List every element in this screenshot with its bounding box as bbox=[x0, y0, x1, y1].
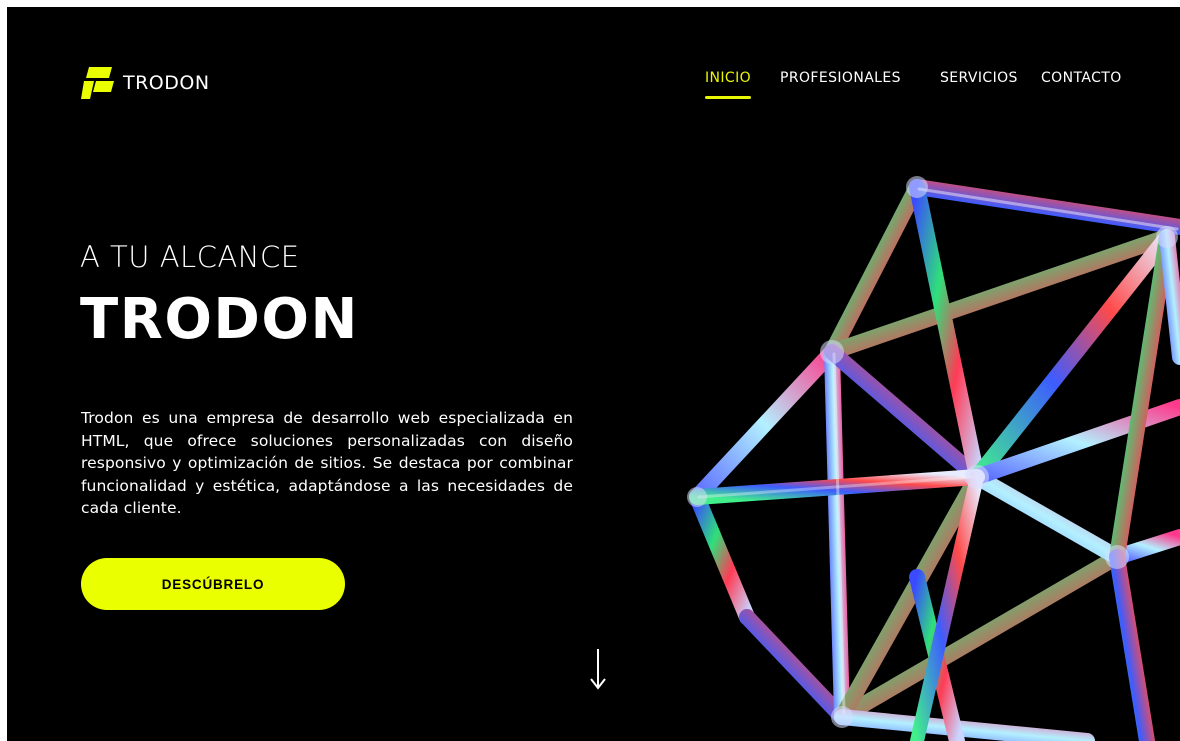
landing-page: TRODON INICIO PROFESIONALES SERVICIOS CO… bbox=[7, 7, 1180, 741]
nav-item-label: PROFESIONALES bbox=[780, 70, 901, 86]
icosahedron-artwork bbox=[687, 176, 1180, 741]
hero-title: TRODON bbox=[80, 287, 359, 352]
hero-kicker: A TU ALCANCE bbox=[80, 240, 300, 274]
nav-item-profesionales[interactable]: PROFESIONALES bbox=[780, 70, 901, 86]
nav-item-label: INICIO bbox=[705, 70, 752, 86]
nav-item-inicio[interactable]: INICIO bbox=[705, 70, 752, 99]
arrow-down-icon[interactable] bbox=[588, 647, 608, 691]
discover-button[interactable]: DESCÚBRELO bbox=[81, 558, 345, 610]
nav-item-label: CONTACTO bbox=[1041, 70, 1122, 86]
active-nav-indicator bbox=[705, 96, 752, 99]
nav-item-servicios[interactable]: SERVICIOS bbox=[940, 70, 1018, 86]
hero-description: Trodon es una empresa de desarrollo web … bbox=[81, 409, 573, 517]
main-nav: INICIO PROFESIONALES SERVICIOS CONTACTO bbox=[7, 70, 1180, 100]
nav-item-contacto[interactable]: CONTACTO bbox=[1041, 70, 1122, 86]
nav-item-label: SERVICIOS bbox=[940, 70, 1018, 86]
